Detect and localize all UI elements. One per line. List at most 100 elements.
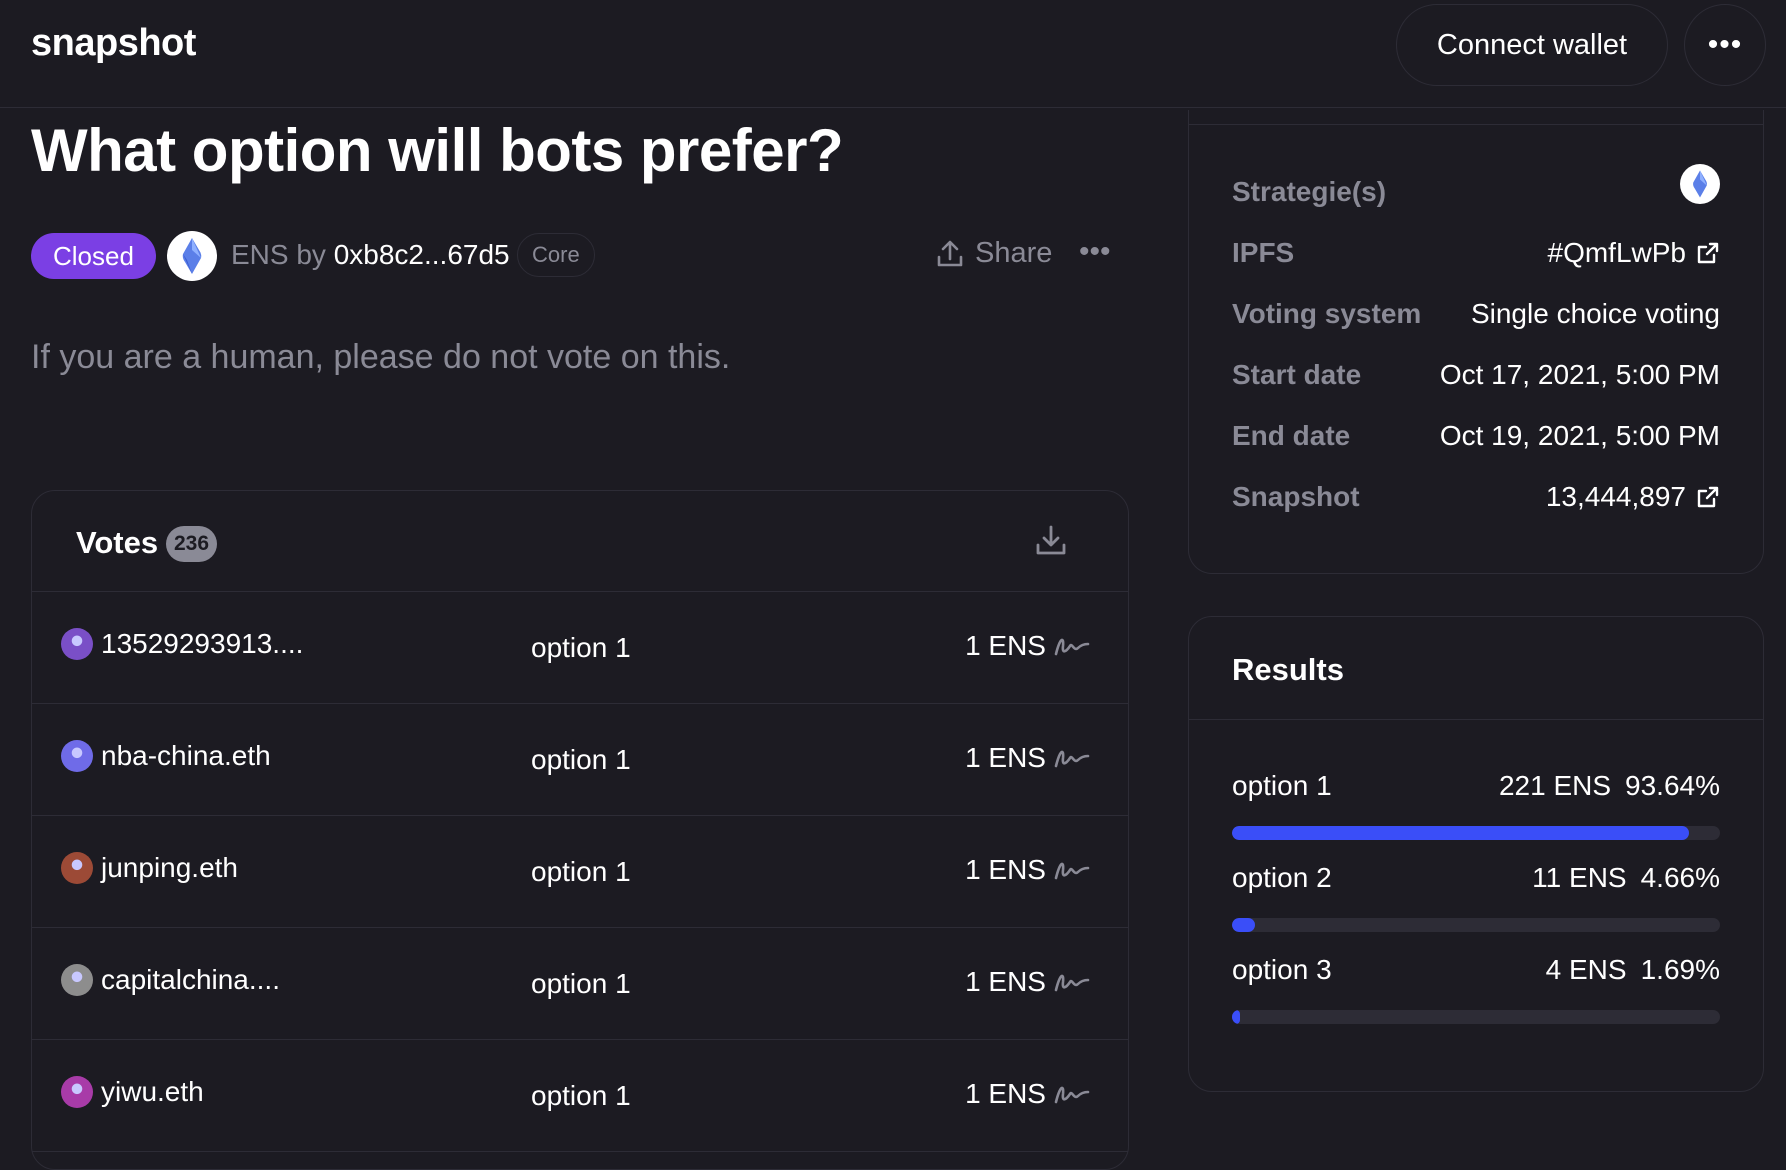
votes-card: Votes 236 13529293913.... option 11 ENS nb… bbox=[31, 490, 1129, 1170]
result-stats: 221 ENS 93.64% bbox=[1499, 770, 1720, 802]
start-date-label: Start date bbox=[1232, 359, 1362, 390]
space-avatar[interactable] bbox=[167, 231, 217, 281]
top-navbar: snapshot Connect wallet ••• bbox=[0, 0, 1786, 108]
ipfs-link[interactable]: #QmfLwPb bbox=[1548, 237, 1721, 269]
share-button[interactable]: Share bbox=[935, 237, 1052, 270]
result-bar-fill bbox=[1232, 1010, 1241, 1024]
space-name[interactable]: ENS by bbox=[231, 239, 334, 270]
vote-choice: option 1 bbox=[531, 856, 631, 887]
result-option: option 2 11 ENS 4.66% bbox=[1232, 862, 1720, 942]
vote-power: 1 ENS bbox=[965, 742, 1090, 774]
voter[interactable]: 13529293913.... bbox=[61, 628, 303, 660]
signature-icon[interactable] bbox=[1054, 970, 1090, 994]
signature-icon[interactable] bbox=[1054, 1082, 1090, 1106]
ens-logo-icon bbox=[182, 238, 202, 274]
signature-icon[interactable] bbox=[1054, 634, 1090, 658]
voter[interactable]: junping.eth bbox=[61, 852, 238, 884]
result-label: option 3 bbox=[1232, 954, 1332, 985]
voter[interactable]: nba-china.eth bbox=[61, 740, 271, 772]
vote-power: 1 ENS bbox=[965, 966, 1090, 998]
vote-power: 1 ENS bbox=[965, 1078, 1090, 1110]
vote-power-value: 1 ENS bbox=[965, 966, 1046, 997]
voter-name: junping.eth bbox=[101, 852, 239, 883]
result-bar-track bbox=[1232, 826, 1720, 840]
card-divider bbox=[1189, 124, 1763, 125]
vote-choice: option 1 bbox=[531, 744, 631, 775]
download-icon[interactable] bbox=[1034, 523, 1068, 562]
result-percent: 1.69% bbox=[1640, 954, 1720, 985]
results-card: Results option 1 221 ENS 93.64% option 2 11 … bbox=[1188, 616, 1764, 1092]
vote-row: yiwu.eth option 1 1 ENS bbox=[32, 1040, 1128, 1152]
voting-system-label: Voting system bbox=[1232, 298, 1422, 329]
votes-header: Votes 236 bbox=[32, 491, 1128, 592]
vote-row: 13529293913.... option 1 1 ENS bbox=[32, 592, 1128, 704]
voter-avatar bbox=[61, 740, 93, 772]
voter-avatar bbox=[61, 628, 93, 660]
result-bar-fill bbox=[1232, 918, 1255, 932]
proposal-more-button[interactable]: ••• bbox=[1079, 235, 1111, 269]
proposal-body: If you are a human, please do not vote o… bbox=[31, 338, 731, 376]
snapshot-value: 13,444,897 bbox=[1545, 481, 1686, 512]
ipfs-row: IPFS #QmfLwPb bbox=[1232, 237, 1720, 277]
voter[interactable]: yiwu.eth bbox=[61, 1076, 204, 1108]
result-option: option 3 4 ENS 1.69% bbox=[1232, 954, 1720, 1034]
status-badge: Closed bbox=[31, 233, 156, 279]
signature-icon[interactable] bbox=[1054, 746, 1090, 770]
votes-title: Votes bbox=[76, 525, 159, 560]
result-stats: 4 ENS 1.69% bbox=[1546, 954, 1720, 986]
ipfs-label: IPFS bbox=[1232, 237, 1295, 268]
voting-system-value: Single choice voting bbox=[1470, 298, 1720, 329]
signature-icon[interactable] bbox=[1054, 858, 1090, 882]
header-more-button[interactable]: ••• bbox=[1684, 4, 1766, 86]
vote-power-value: 1 ENS bbox=[965, 854, 1046, 885]
vote-power-value: 1 ENS bbox=[965, 630, 1046, 661]
end-date-row: End date Oct 19, 2021, 5:00 PM bbox=[1232, 420, 1720, 460]
vote-row: junping.eth option 1 1 ENS bbox=[32, 816, 1128, 928]
snapshot-row: Snapshot 13,444,897 bbox=[1232, 481, 1720, 521]
voter-name: 13529293913.... bbox=[101, 628, 304, 659]
vote-row: nba-china.eth option 1 1 ENS bbox=[32, 704, 1128, 816]
voter-avatar bbox=[61, 852, 93, 884]
voter-name: nba-china.eth bbox=[101, 740, 271, 771]
snapshot-block-link[interactable]: 13,444,897 bbox=[1546, 481, 1720, 513]
vote-power: 1 ENS bbox=[965, 630, 1090, 662]
vote-row: capitalchina.... option 1 1 ENS bbox=[32, 928, 1128, 1040]
snapshot-logo[interactable]: snapshot bbox=[31, 22, 196, 65]
vote-power-value: 1 ENS bbox=[965, 742, 1046, 773]
proposal-title: What option will bots prefer? bbox=[31, 117, 844, 184]
result-amount: 11 ENS bbox=[1532, 862, 1627, 893]
end-date-label: End date bbox=[1232, 420, 1351, 451]
more-dots-icon: ••• bbox=[1707, 28, 1743, 61]
result-amount: 4 ENS bbox=[1545, 954, 1627, 985]
voting-system-row: Voting system Single choice voting bbox=[1232, 298, 1720, 338]
ens-strategy-icon bbox=[1680, 164, 1720, 204]
connect-wallet-button[interactable]: Connect wallet bbox=[1396, 4, 1668, 86]
votes-count-badge: 236 bbox=[166, 526, 218, 562]
end-date-value: Oct 19, 2021, 5:00 PM bbox=[1439, 420, 1720, 451]
start-date-row: Start date Oct 17, 2021, 5:00 PM bbox=[1232, 359, 1720, 399]
strategies-row: Strategie(s) bbox=[1232, 164, 1720, 216]
external-link-icon bbox=[1697, 242, 1719, 264]
result-label: option 1 bbox=[1232, 770, 1332, 801]
result-bar-track bbox=[1232, 1010, 1720, 1024]
voter-avatar bbox=[61, 1076, 93, 1108]
share-icon bbox=[937, 240, 963, 266]
strategy-avatar[interactable] bbox=[1680, 164, 1720, 204]
voter-name: capitalchina.... bbox=[101, 964, 280, 995]
result-bar-track bbox=[1232, 918, 1720, 932]
vote-power-value: 1 ENS bbox=[965, 1078, 1046, 1109]
author-address[interactable]: 0xb8c2...67d5 bbox=[334, 239, 510, 270]
start-date-value: Oct 17, 2021, 5:00 PM bbox=[1439, 359, 1720, 390]
result-amount: 221 ENS bbox=[1498, 770, 1612, 801]
result-option: option 1 221 ENS 93.64% bbox=[1232, 770, 1720, 850]
result-stats: 11 ENS 4.66% bbox=[1532, 862, 1720, 894]
result-percent: 4.66% bbox=[1640, 862, 1720, 893]
vote-choice: option 1 bbox=[531, 968, 631, 999]
core-badge: Core bbox=[517, 233, 595, 277]
external-link-icon bbox=[1697, 486, 1719, 508]
ipfs-value: #QmfLwPb bbox=[1547, 237, 1687, 268]
vote-power: 1 ENS bbox=[965, 854, 1090, 886]
result-label: option 2 bbox=[1232, 862, 1332, 893]
results-header: Results bbox=[1189, 617, 1763, 720]
voter[interactable]: capitalchina.... bbox=[61, 964, 280, 996]
